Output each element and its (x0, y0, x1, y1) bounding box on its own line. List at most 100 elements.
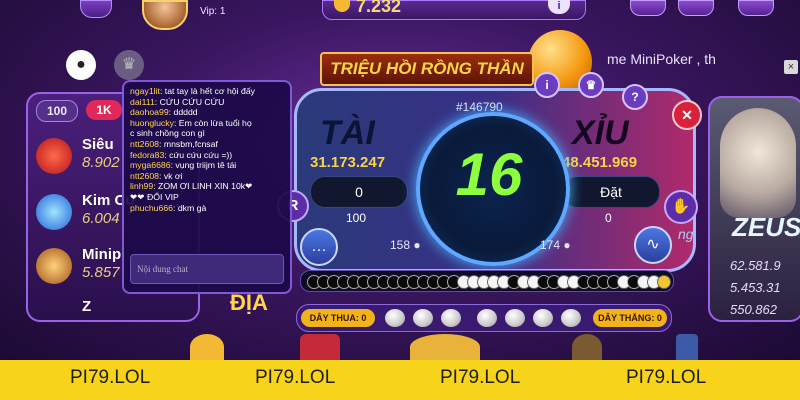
tai-label: TÀI (320, 114, 375, 152)
tai-bet-input[interactable]: 0 (310, 176, 408, 208)
dice-icon (533, 309, 553, 327)
chat-username[interactable]: linh99 (130, 181, 153, 191)
chat-text: mnsbm,fcnsaf (163, 138, 218, 149)
zeus-portrait (720, 108, 796, 218)
chat-username[interactable]: daohoa99 (130, 107, 169, 117)
chat-username[interactable]: ntt2608 (130, 139, 159, 149)
gift-icon (300, 334, 340, 360)
chat-username[interactable]: ntt2608 (130, 171, 159, 181)
xiu-bet-amount: 0 (605, 211, 612, 225)
chat-username[interactable]: fedora83 (130, 150, 164, 160)
hand-icon[interactable]: ✋ (664, 190, 698, 224)
streak-bar: DÂY THUA: 0 DÂY THẮNG: 0 (296, 304, 672, 332)
rank-trophy-icon[interactable]: ♛ (578, 72, 604, 98)
chat-message: fedora83: cứu cứu cứu =)) (130, 149, 233, 160)
watermark-text: PI79.LOL (255, 367, 336, 388)
tab-1k[interactable]: 1K (86, 100, 122, 120)
chat-text: dkm gà (177, 202, 207, 213)
balance-value: 7.232 (356, 0, 402, 16)
chat-text: vụng triijm tê tái (175, 160, 237, 171)
chat-panel: ngay1lit: tat tay là hết cơ hội đấy dai11… (122, 80, 292, 294)
chat-message: myga6686: vụng triijm tê tái (130, 160, 237, 171)
dice-total: 16 (455, 141, 523, 208)
trophy-icon[interactable]: ♛ (114, 50, 144, 80)
chat-message: ntt2608: vk ơi (130, 170, 183, 181)
facebook-icon[interactable] (676, 334, 698, 360)
dice-icon (385, 309, 405, 327)
chat-text: vk ơi (163, 170, 183, 181)
tai-total: 31.173.247 (310, 154, 386, 171)
close-game-button[interactable]: ✕ (672, 100, 702, 130)
coin-stack-icon (410, 334, 480, 360)
chat-bubble-icon[interactable]: … (300, 228, 338, 266)
piggy-bank-icon[interactable]: ● (66, 50, 96, 80)
event-banner[interactable]: TRIỆU HỒI RỒNG THẦN (320, 52, 534, 86)
chat-message: ngay1lit: tat tay là hết cơ hội đấy (130, 86, 255, 96)
watermark-text: PI79.LOL (626, 367, 707, 388)
chat-input-box[interactable] (130, 254, 284, 284)
zeus-title: ZEUS (732, 212, 800, 242)
xiu-bet-input[interactable]: Đặt (562, 176, 660, 208)
menu-button[interactable] (630, 0, 666, 16)
dice-icon (477, 309, 497, 327)
result-history (300, 270, 674, 292)
chat-input[interactable] (131, 255, 279, 283)
tai-bet-amount: 100 (346, 211, 367, 225)
user-icon: ● (413, 238, 421, 252)
chat-text: c sinh chồng con gì (130, 128, 205, 139)
dice-icon (505, 309, 525, 327)
diamond-icon (36, 194, 72, 230)
zeus-jackpot-1: 62.581.9 (730, 258, 781, 273)
vip-level: Vip: 1 (200, 6, 226, 17)
tai-player-count: 158 ● (390, 238, 421, 252)
chat-message: ntt2608: mnsbm,fcnsaf (130, 138, 218, 149)
chat-username[interactable]: huonglucky (130, 118, 174, 128)
info-icon[interactable]: i (534, 72, 560, 98)
background-text-partial: ng (678, 226, 694, 242)
dice-icon (561, 309, 581, 327)
chat-text: tat tay là hết cơ hội đấy (164, 86, 255, 96)
gold-pot-icon (190, 334, 224, 360)
poker-chip-icon (36, 248, 72, 284)
settings-button[interactable] (738, 0, 774, 16)
statistics-icon[interactable]: ∿ (634, 226, 672, 264)
user-icon: ● (563, 238, 571, 252)
chat-text: ZOM ƠI LINH XIN 10k❤ (158, 181, 253, 192)
chat-text: ❤❤ ĐỔI VIP (130, 191, 179, 202)
chat-text: CỨU CỨU CỨU (159, 96, 225, 107)
jackpot-ticker: me MiniPoker , th (607, 51, 716, 67)
dice-icon (441, 309, 461, 327)
zeus-jackpot-3: 550.862 (730, 302, 777, 317)
chat-message: phuchu666: dkm gà (130, 202, 207, 213)
back-button[interactable] (80, 0, 112, 18)
chat-message: linh99: ZOM ƠI LINH XIN 10k❤ (130, 181, 253, 192)
zeus-game-card[interactable]: ZEUS 62.581.9 5.453.31 550.862 (708, 96, 800, 322)
watermark-text: PI79.LOL (440, 367, 521, 388)
character-icon (572, 334, 602, 360)
ticker-close-button[interactable]: × (784, 60, 798, 74)
chat-text: cứu cứu cứu =)) (169, 149, 233, 160)
chat-username[interactable]: phuchu666 (130, 203, 173, 213)
watermark-text: PI79.LOL (70, 367, 151, 388)
chat-username[interactable]: ngay1lit (130, 86, 160, 96)
chat-text: Em còn lừa tuổi họ (178, 117, 252, 128)
win-streak: DÂY THẮNG: 0 (593, 309, 667, 327)
chat-message: c sinh chồng con gì (130, 128, 286, 139)
tab-100[interactable]: 100 (36, 100, 78, 122)
chat-message: huonglucky: Em còn lừa tuổi họ (130, 117, 252, 128)
zeus-jackpot-2: 5.453.31 (730, 280, 781, 295)
chat-text: ddddd (173, 107, 198, 118)
chat-messages: ngay1lit: tat tay là hết cơ hội đấy dai11… (130, 86, 286, 213)
xiu-total: 48.451.969 (562, 154, 638, 171)
car-icon (36, 138, 72, 174)
game-item-z[interactable]: Z (36, 298, 196, 316)
xiu-player-count: 174 ● (540, 238, 571, 252)
chat-username[interactable]: dai111 (130, 97, 155, 107)
help-button[interactable]: ? (622, 84, 648, 110)
chat-username[interactable]: myga6686 (130, 160, 171, 170)
chat-message: ❤❤ ĐỔI VIP (130, 192, 286, 203)
mail-button[interactable] (678, 0, 714, 16)
xiu-label: XỈU (572, 114, 629, 152)
chat-message: dai111: CỨU CỨU CỨU (130, 96, 225, 107)
chat-message: daohoa99: ddddd (130, 107, 198, 118)
